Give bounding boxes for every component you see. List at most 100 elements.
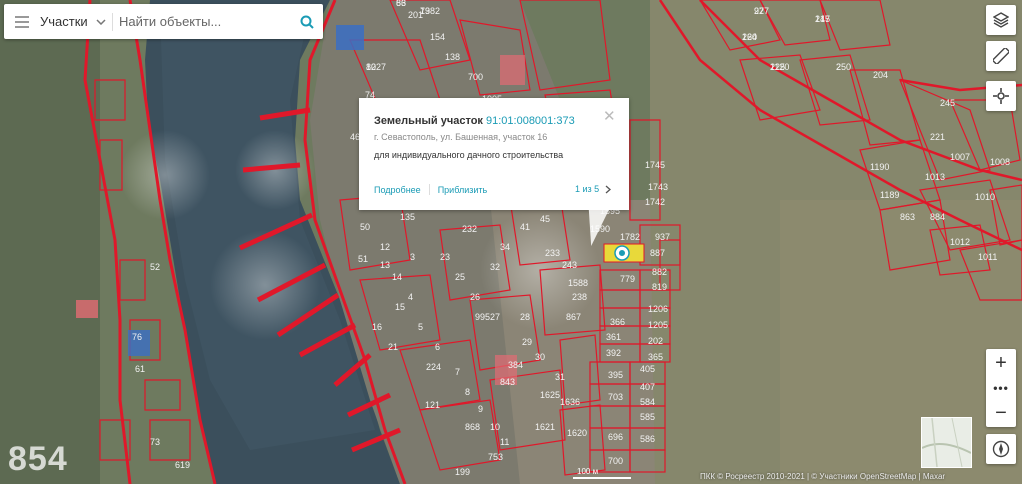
parcel-label: 8	[465, 387, 470, 397]
divider	[428, 184, 430, 195]
parcel-label: 21	[388, 342, 398, 352]
parcel-label: 31	[555, 372, 565, 382]
parcel-label: 50	[360, 222, 370, 232]
map-attribution: ПКК © Росреестр 2010-2021 | © Участники …	[700, 472, 946, 481]
search-icon[interactable]	[291, 15, 323, 29]
parcel-label: 1588	[568, 278, 588, 288]
parcel-label: 1008	[990, 157, 1010, 167]
layers-icon	[993, 12, 1009, 28]
chevron-right-icon[interactable]	[605, 185, 612, 194]
parcel-label: 1620	[567, 428, 587, 438]
parcel-label: 26	[470, 292, 480, 302]
parcel-label: 1742	[645, 197, 665, 207]
parcel-label: 1743	[648, 182, 668, 192]
parcel-label: 121	[425, 400, 440, 410]
parcel-label: 16	[372, 322, 382, 332]
map-canvas[interactable]: 1382 1227 63 227 224 217 225 250 204 221 245 1008 10…	[0, 0, 1022, 484]
parcel-label: 3	[410, 252, 415, 262]
parcel-label: 45	[540, 214, 550, 224]
parcel-label: 11	[500, 437, 509, 447]
ruler-icon	[993, 48, 1009, 64]
parcel-label: 1206	[648, 304, 668, 314]
locate-button[interactable]	[986, 81, 1016, 111]
parcel-label: 61	[135, 364, 145, 374]
parcel-label: 887	[650, 248, 665, 258]
parcel-label: 882	[652, 267, 667, 277]
parcel-label: 937	[655, 232, 670, 242]
parcel-label: 12	[380, 242, 390, 252]
parcel-label: 232	[462, 224, 477, 234]
more-details-link[interactable]: Подробнее	[374, 185, 421, 195]
parcel-label: 34	[500, 242, 510, 252]
parcel-label: 9	[478, 404, 483, 414]
parcel-address: г. Севастополь, ул. Башенная, участок 16	[374, 132, 548, 142]
parcel-label: 79	[420, 6, 430, 16]
parcel-label: 52	[150, 262, 160, 272]
search-input[interactable]	[117, 13, 291, 30]
compass-button[interactable]	[986, 434, 1016, 464]
parcel-label: 5	[418, 322, 423, 332]
parcel-label: 30	[535, 352, 545, 362]
chevron-down-icon[interactable]	[92, 18, 110, 25]
parcel-label: 199	[455, 467, 470, 477]
parcel-label: 41	[520, 222, 530, 232]
zoom-in-button[interactable]: +	[986, 349, 1016, 377]
zoom-out-button[interactable]: −	[986, 399, 1016, 427]
parcel-usage: для индивидуального дачного строительств…	[374, 150, 564, 160]
parcel-label: 1189	[880, 190, 899, 200]
parcel-label: 4	[408, 292, 413, 302]
parcel-label: 14	[392, 272, 402, 282]
parcel-label: 1625	[540, 390, 560, 400]
parcel-label: 1782	[620, 232, 640, 242]
popup-title: Земельный участок 91:01:008001:373	[374, 115, 575, 127]
close-icon[interactable]: ✕	[603, 109, 616, 124]
parcel-label: 1013	[925, 172, 945, 182]
parcel-label: 392	[606, 348, 621, 358]
divider	[112, 12, 113, 31]
parcel-label: 204	[873, 70, 888, 80]
layers-button[interactable]	[986, 5, 1016, 35]
parcel-label: 160	[742, 32, 757, 42]
parcel-label: 97	[754, 6, 764, 16]
parcel-label: 202	[648, 336, 663, 346]
parcel-label: 6	[435, 342, 440, 352]
parcel-label: 365	[648, 352, 663, 362]
parcel-label: 1190	[870, 162, 889, 172]
cadastral-number[interactable]: 91:01:008001:373	[486, 115, 575, 127]
parcel-label: 7	[455, 367, 460, 377]
parcel-label: 1636	[560, 397, 580, 407]
parcel-label: 1120	[770, 62, 789, 72]
pager-counter: 1 из 5	[575, 184, 600, 194]
hamburger-icon[interactable]	[4, 15, 40, 28]
minimap[interactable]	[921, 417, 972, 468]
parcel-label: 224	[426, 362, 441, 372]
compass-icon	[992, 440, 1010, 458]
parcel-label: 753	[488, 452, 503, 462]
parcel-label: 868	[465, 422, 480, 432]
more-options-button[interactable]: •••	[986, 377, 1016, 399]
result-pager: 1 из 5	[575, 184, 612, 194]
parcel-label: 384	[508, 360, 523, 370]
parcel-label: 154	[430, 32, 445, 42]
parcel-label: 28	[520, 312, 530, 322]
parcel-label: 145	[815, 14, 830, 24]
zoom-to-link[interactable]: Приблизить	[438, 185, 488, 195]
parcel-label: 696	[608, 432, 623, 442]
parcel-label: 51	[358, 254, 368, 264]
parcel-label: 73	[150, 437, 160, 447]
parcel-label: 819	[652, 282, 667, 292]
parcel-label: 23	[440, 252, 450, 262]
measure-button[interactable]	[986, 41, 1016, 71]
parcel-label: 1745	[645, 160, 665, 170]
layer-selector-label[interactable]: Участки	[40, 14, 92, 29]
parcel-label: 863	[900, 212, 915, 222]
scale-line	[573, 477, 631, 479]
parcel-label: 395	[608, 370, 623, 380]
parcel-label: 407	[640, 382, 655, 392]
parcel-label: 138	[445, 52, 460, 62]
parcel-label: 884	[930, 212, 945, 222]
parcel-label: 76	[132, 332, 142, 342]
parcel-label: 233	[545, 248, 560, 258]
satellite-map: 1382122763227224217225 250204221245100810…	[0, 0, 1022, 484]
parcel-label: 1011	[978, 252, 997, 262]
